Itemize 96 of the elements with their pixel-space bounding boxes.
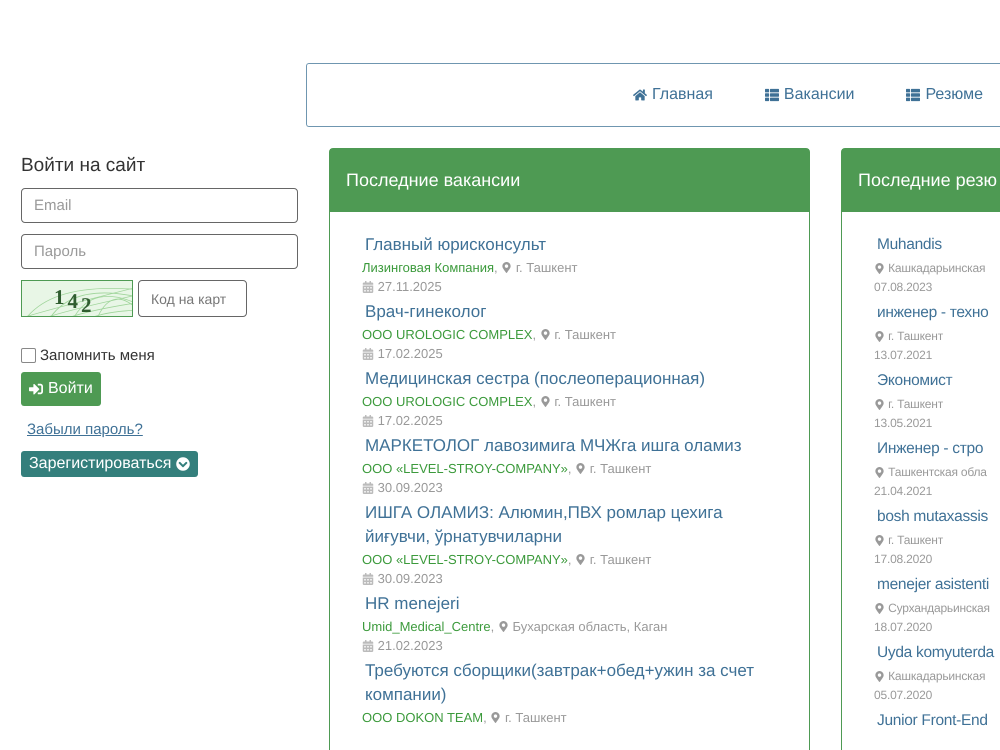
location-text: Бухарская область, Каган <box>512 618 668 636</box>
comma: , <box>568 551 573 569</box>
chevron-down-icon <box>176 457 190 471</box>
map-pin-icon <box>490 712 502 723</box>
company-name: ООО UROLOGIC COMPLEX <box>362 326 532 344</box>
resume-link[interactable]: Muhandis <box>874 233 1000 257</box>
vacancy-link[interactable]: Медицинская сестра (послеоперационная) <box>362 367 779 391</box>
calendar-icon <box>362 640 374 652</box>
date-text: 05.07.2020 <box>874 687 932 704</box>
nav-link[interactable]: Главная <box>633 86 713 104</box>
map-pin-icon <box>874 263 885 274</box>
map-pin-icon <box>498 621 509 632</box>
comma: , <box>490 618 496 636</box>
sign-in-icon <box>29 382 43 396</box>
vacancy-link[interactable]: ИШГА ОЛАМИЗ: Алюмин,ПВХ ромлар цехига йиғувчи, ўрнатувчиларни <box>362 501 779 549</box>
remember-checkbox[interactable] <box>21 348 36 363</box>
register-button[interactable]: Зарегистироваться <box>21 451 198 477</box>
comma: , <box>532 326 538 344</box>
login-button[interactable]: Войти <box>21 372 101 406</box>
comma: , <box>494 259 499 277</box>
resume-link[interactable]: Экономист <box>874 369 1000 393</box>
panel-title: Последние вакансии <box>330 149 809 212</box>
calendar-icon <box>362 482 374 494</box>
location-text: г. Ташкент <box>553 326 616 344</box>
vacancy-link[interactable]: Врач-гинеколог <box>362 300 779 324</box>
location-text: г. Ташкент <box>588 551 652 569</box>
list-icon <box>764 88 779 102</box>
vacancy-link[interactable]: Требуются сборщики(завтрак+обед+ужин за счет компании) <box>362 659 779 707</box>
map-pin-icon <box>540 329 551 340</box>
map-pin-icon <box>501 262 512 273</box>
calendar-icon <box>362 280 374 292</box>
nav-link[interactable]: Вакансии <box>764 86 854 104</box>
home-icon <box>633 88 647 102</box>
date-text: 30.09.2023 <box>376 570 443 588</box>
date-text: 21.04.2021 <box>874 483 932 500</box>
location-text: г. Ташкент <box>553 393 616 411</box>
password-field[interactable]: Пароль <box>21 234 298 269</box>
vacancy-link[interactable]: HR menejeri <box>362 592 779 616</box>
map-pin-icon <box>874 399 885 410</box>
location-text: Ташкентская обла <box>887 464 987 481</box>
panel-title: Последние резю <box>842 149 1000 212</box>
captcha-image: 142 <box>21 280 133 317</box>
vacancy-link[interactable]: МАРКЕТОЛОГ лавозимига МЧЖга ишга оламиз <box>362 434 779 458</box>
vacancy-link[interactable]: Главный юрисконсульт <box>362 233 779 257</box>
resume-link[interactable]: инженер - техно <box>874 301 1000 325</box>
map-pin-icon <box>874 671 885 682</box>
comma: , <box>483 709 488 727</box>
email-field[interactable]: Email <box>21 188 298 223</box>
date-text: 30.09.2023 <box>376 479 443 497</box>
calendar-icon <box>362 348 374 360</box>
company-name: ООО «LEVEL-STROY-COMPANY» <box>362 551 568 569</box>
map-pin-icon <box>540 396 551 407</box>
map-pin-icon <box>874 331 885 342</box>
location-text: Кашкадарьинская <box>887 260 986 277</box>
date-text: 27.11.2025 <box>376 278 442 296</box>
calendar-icon <box>362 414 374 426</box>
location-text: г. Ташкент <box>514 259 578 277</box>
location-text: Кашкадарьинская <box>887 668 986 685</box>
map-pin-icon <box>874 603 885 614</box>
map-pin-icon <box>575 463 586 474</box>
map-pin-icon <box>575 554 586 565</box>
resume-link[interactable]: bosh mutaxassis <box>874 505 1000 529</box>
location-text: г. Ташкент <box>588 460 652 478</box>
company-name: Umid_Medical_Centre <box>362 618 491 636</box>
company-name: Лизинговая Компания <box>362 259 494 277</box>
resume-link[interactable]: Junior Front-End <box>874 709 1000 733</box>
date-text: 13.07.2021 <box>874 347 932 364</box>
forgot-password-link[interactable]: Забыли пароль? <box>27 421 143 438</box>
resume-link[interactable]: menejer asistenti <box>874 573 1000 597</box>
date-text: 17.02.2025 <box>376 345 443 363</box>
nav-link[interactable]: Резюме <box>906 86 984 104</box>
company-name: ООО UROLOGIC COMPLEX <box>362 393 532 411</box>
calendar-icon <box>362 572 374 584</box>
list-icon <box>906 88 920 102</box>
comma: , <box>532 393 538 411</box>
location-text: г. Ташкент <box>887 328 943 345</box>
resume-link[interactable]: Инженер - стро <box>874 437 1000 461</box>
captcha-field[interactable]: Код на карт <box>138 280 247 317</box>
company-name: ООО «LEVEL-STROY-COMPANY» <box>362 460 568 478</box>
date-text: 18.07.2020 <box>874 619 932 636</box>
resume-link[interactable]: Uyda komyuterda <box>874 641 1000 665</box>
date-text: 07.08.2023 <box>874 279 932 296</box>
company-name: ООО DOKON TEAM <box>362 709 484 727</box>
location-text: г. Ташкент <box>504 709 567 727</box>
map-pin-icon <box>874 535 885 546</box>
date-text: 17.08.2020 <box>874 551 932 568</box>
remember-label: Запомнить меня <box>40 347 155 364</box>
date-text: 13.05.2021 <box>874 415 932 432</box>
map-pin-icon <box>874 467 885 478</box>
date-text: 21.02.2023 <box>376 637 443 655</box>
date-text: 17.02.2025 <box>376 412 443 430</box>
location-text: г. Ташкент <box>887 396 943 413</box>
comma: , <box>568 460 573 478</box>
login-title: Войти на сайт <box>21 155 146 177</box>
location-text: г. Ташкент <box>887 532 943 549</box>
location-text: Сурхандарьинская <box>887 600 990 617</box>
